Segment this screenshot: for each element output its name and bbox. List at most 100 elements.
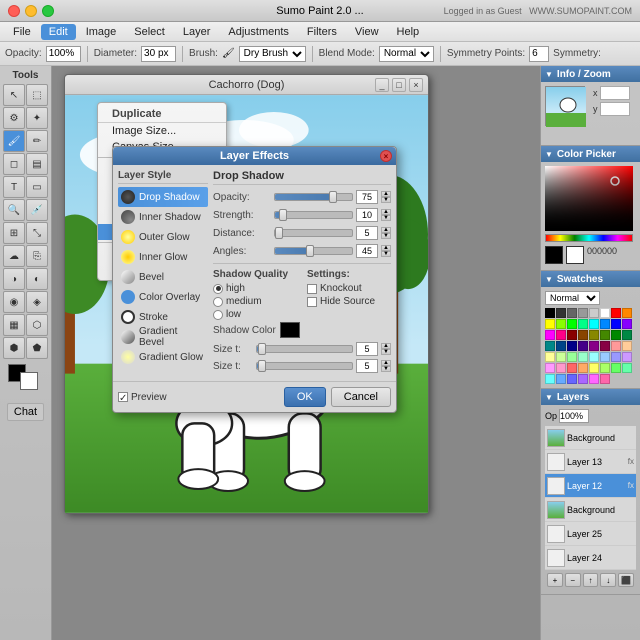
swatch-cell[interactable] (567, 352, 577, 362)
tool-pencil[interactable]: ✏ (26, 130, 48, 152)
quality-high-radio[interactable] (213, 284, 223, 294)
cancel-button[interactable]: Cancel (331, 387, 391, 407)
swatch-cell[interactable] (622, 352, 632, 362)
chat-button[interactable]: Chat (7, 403, 44, 421)
distance-value[interactable] (356, 226, 378, 240)
style-outer-glow[interactable]: Outer Glow (118, 227, 208, 247)
swatch-cell[interactable] (600, 374, 610, 384)
swatch-cell[interactable] (556, 374, 566, 384)
opacity-input[interactable] (46, 46, 81, 62)
doc-maximize[interactable]: □ (392, 78, 406, 92)
angle-slider[interactable] (274, 247, 353, 255)
style-drop-shadow[interactable]: Drop Shadow (118, 187, 208, 207)
swatch-cell[interactable] (600, 319, 610, 329)
swatch-cell[interactable] (567, 341, 577, 351)
swatch-cell[interactable] (567, 319, 577, 329)
tool-dodge[interactable]: ◑ (3, 268, 25, 290)
swatch-cell[interactable] (567, 308, 577, 318)
quality-medium[interactable]: medium (213, 296, 297, 307)
tool-lasso[interactable]: ⚙ (3, 107, 25, 129)
strength-down[interactable]: ▼ (381, 215, 391, 221)
swatch-cell[interactable] (622, 363, 632, 373)
swatch-cell[interactable] (578, 319, 588, 329)
swatch-cell[interactable] (545, 374, 555, 384)
layer-25[interactable]: Layer 25 (545, 522, 636, 546)
strength-value[interactable] (356, 208, 378, 222)
swatch-cell[interactable] (600, 330, 610, 340)
angle-down[interactable]: ▼ (381, 251, 391, 257)
x-input[interactable] (600, 86, 630, 100)
swatch-cell[interactable] (578, 341, 588, 351)
opacity-slider[interactable] (274, 193, 353, 201)
swatch-cell[interactable] (611, 352, 621, 362)
swatch-cell[interactable] (611, 341, 621, 351)
shadow-color-swatch[interactable] (280, 322, 300, 338)
layer-background-top[interactable]: Background (545, 426, 636, 450)
tool-magic[interactable]: ✦ (26, 107, 48, 129)
maximize-button[interactable] (42, 5, 54, 17)
doc-close[interactable]: × (409, 78, 423, 92)
bg-color[interactable] (20, 372, 38, 390)
layer-background[interactable]: Background (545, 498, 636, 522)
layer-effects-close-button[interactable]: × (380, 150, 392, 162)
size2-value[interactable] (356, 359, 378, 373)
swatch-cell[interactable] (589, 341, 599, 351)
canvas-area[interactable]: Cachorro (Dog) _ □ × (52, 66, 540, 640)
swatch-cell[interactable] (589, 319, 599, 329)
swatch-cell[interactable] (600, 363, 610, 373)
tool-sponge[interactable]: ◉ (3, 291, 25, 313)
tool-sharpen[interactable]: ◈ (26, 291, 48, 313)
swatch-cell[interactable] (622, 330, 632, 340)
tool-arrow[interactable]: ↖ (3, 84, 25, 106)
color-spectrum[interactable] (545, 166, 633, 231)
fg-bg-colors[interactable] (6, 364, 46, 394)
swatch-cell[interactable] (600, 308, 610, 318)
color-picker-header[interactable]: ▼ Color Picker (541, 146, 640, 162)
opacity-spinner[interactable]: ▲ ▼ (381, 191, 391, 203)
fg-color-swatch[interactable] (545, 246, 563, 264)
style-bevel[interactable]: Bevel (118, 267, 208, 287)
menu-layer[interactable]: Layer (175, 24, 219, 40)
diameter-input[interactable] (141, 46, 176, 62)
swatch-cell[interactable] (622, 341, 632, 351)
size1-down[interactable]: ▼ (381, 349, 391, 355)
tool-crop[interactable]: ⊞ (3, 222, 25, 244)
hide-source-row[interactable]: Hide Source (307, 296, 391, 307)
swatch-cell[interactable] (622, 319, 632, 329)
tool-smudge[interactable]: ☁ (3, 245, 25, 267)
menu-edit[interactable]: Edit (41, 24, 76, 40)
swatch-cell[interactable] (578, 363, 588, 373)
merge-layers-button[interactable]: ⬛ (618, 573, 634, 587)
opacity-value[interactable] (356, 190, 378, 204)
swatch-cell[interactable] (545, 352, 555, 362)
size1-value[interactable] (356, 342, 378, 356)
size2-spinner[interactable]: ▲ ▼ (381, 360, 391, 372)
opacity-down[interactable]: ▼ (381, 197, 391, 203)
swatches-mode-select[interactable]: Normal (545, 291, 600, 305)
style-inner-shadow[interactable]: Inner Shadow (118, 207, 208, 227)
size2-down[interactable]: ▼ (381, 366, 391, 372)
swatch-cell[interactable] (578, 308, 588, 318)
knockout-row[interactable]: Knockout (307, 283, 391, 294)
style-gradient-bevel[interactable]: Gradient Bevel (118, 327, 208, 347)
distance-slider[interactable] (274, 229, 353, 237)
distance-spinner[interactable]: ▲ ▼ (381, 227, 391, 239)
hue-bar[interactable] (545, 234, 633, 242)
swatch-cell[interactable] (556, 330, 566, 340)
tool-shape[interactable]: ▭ (26, 176, 48, 198)
swatch-cell[interactable] (600, 341, 610, 351)
angle-spinner[interactable]: ▲ ▼ (381, 245, 391, 257)
swatch-cell[interactable] (545, 308, 555, 318)
layer-24[interactable]: Layer 24 (545, 546, 636, 570)
menu-select[interactable]: Select (126, 24, 173, 40)
layers-header[interactable]: ▼ Layers (541, 389, 640, 405)
minimize-button[interactable] (25, 5, 37, 17)
tool-burn[interactable]: ◐ (26, 268, 48, 290)
preview-checkbox[interactable]: ✓ (118, 392, 128, 402)
swatch-cell[interactable] (556, 341, 566, 351)
add-layer-button[interactable]: + (547, 573, 563, 587)
strength-spinner[interactable]: ▲ ▼ (381, 209, 391, 221)
hide-source-checkbox[interactable] (307, 297, 317, 307)
swatch-cell[interactable] (556, 352, 566, 362)
style-color-overlay[interactable]: Color Overlay (118, 287, 208, 307)
